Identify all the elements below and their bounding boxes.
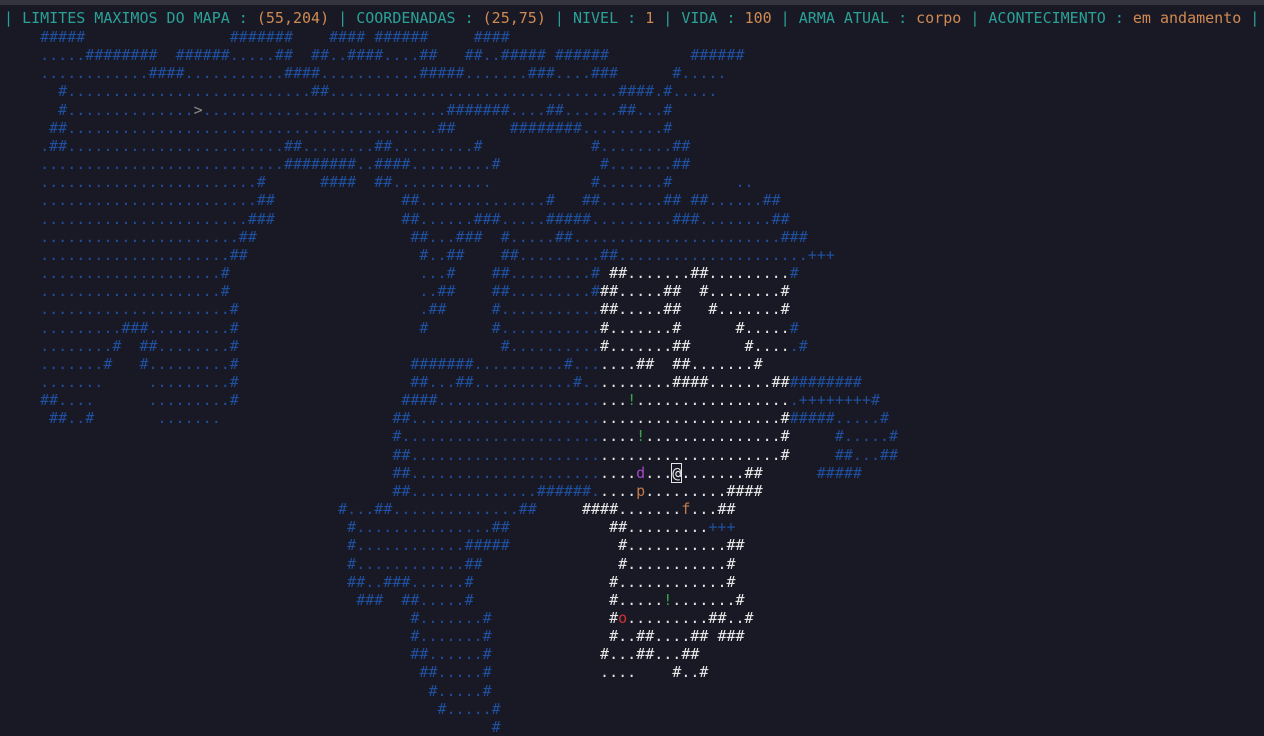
event-value: em andamento xyxy=(1132,9,1242,27)
map-row: #.....# xyxy=(4,699,501,718)
dungeon-map: ##### ####### #### ###### #### .....####… xyxy=(4,28,898,736)
map-row: .........###.........# # #...........#..… xyxy=(4,318,799,337)
event-label: ACONTECIMENTO : xyxy=(988,9,1133,27)
map-row: .....................## #..## ##........… xyxy=(4,245,835,264)
map-row: ##......................................… xyxy=(4,118,673,137)
stairs-glyph: > xyxy=(193,100,203,119)
player-glyph: @ xyxy=(671,462,683,483)
map-row: #...##..............## ####.......f...## xyxy=(4,500,736,519)
map-row: #.......# #o.........##..# xyxy=(4,609,754,627)
map-row: #.....# xyxy=(4,681,492,700)
map-row: ........................## ##...........… xyxy=(4,191,781,210)
map-row: ....... .........# ##...##...........#..… xyxy=(4,372,862,391)
window-top-border xyxy=(0,0,1264,5)
coordinates-label: COORDENADAS : xyxy=(356,9,483,27)
map-row: ##### ####### #### ###### #### xyxy=(4,28,510,46)
map-row: .....................# .## #...........#… xyxy=(4,300,790,319)
map-row: ##..# ....... ##........................… xyxy=(4,409,890,428)
map-row: ##......# #...##...## xyxy=(4,645,700,664)
potion-glyph: ! xyxy=(627,391,637,410)
level-value: 1 xyxy=(645,9,655,27)
map-row: #...........................##..........… xyxy=(4,82,718,101)
map-row: ### ##.....# #.....!.......# xyxy=(4,590,745,609)
map-row: ##......................................… xyxy=(4,445,899,464)
map-row: #..............>........................… xyxy=(4,100,673,119)
map-row: #...............## ##.........+++ xyxy=(4,518,736,537)
map-row: ......................## ##...### #.....… xyxy=(4,227,808,246)
map-row: ............####...........####.........… xyxy=(4,64,727,83)
life-value: 100 xyxy=(744,9,772,27)
map-row: ##.........................d...@.......#… xyxy=(4,462,862,483)
map-row: .....######## ######.....## ##..####....… xyxy=(4,46,745,65)
weapon-label: ARMA ATUAL : xyxy=(798,9,917,27)
map-row: ##..............######.....p.........###… xyxy=(4,481,763,500)
map-limits-label: LIMITES MAXIMOS DO MAPA : xyxy=(22,9,257,27)
map-row: .......................### ##......###..… xyxy=(4,209,790,228)
map-row: ...........................########..###… xyxy=(4,155,691,174)
item-f-glyph: f xyxy=(681,500,691,519)
enemy-o-glyph: o xyxy=(618,609,628,627)
map-row: #............##### #...........## xyxy=(4,536,745,555)
level-label: NIVEL : xyxy=(572,9,646,27)
item-p-glyph: p xyxy=(636,481,646,500)
coordinates-value: (25,75) xyxy=(482,9,546,27)
map-row: #............## #...........# xyxy=(4,554,736,573)
map-row: ##..###......# #............# xyxy=(4,572,736,591)
map-limits-value: (55,204) xyxy=(256,9,330,27)
potion-glyph: ! xyxy=(636,427,646,446)
map-row: .......# #.........# #######..........#.… xyxy=(4,354,763,373)
map-row: #.......# #..##....## ### xyxy=(4,627,745,646)
weapon-value: corpo xyxy=(916,9,962,27)
map-row: .##........................##........##.… xyxy=(4,136,691,155)
status-bar: | LIMITES MAXIMOS DO MAPA : (55,204) | C… xyxy=(4,9,1260,27)
map-row: ........# ##........# #..........#......… xyxy=(4,336,808,355)
potion-glyph: ! xyxy=(663,590,673,609)
life-label: VIDA : xyxy=(681,9,745,27)
map-row: ........................# #### ##.......… xyxy=(4,173,754,192)
map-row: ....................# ..## ##.........##… xyxy=(4,282,790,301)
map-row: ##.....# .... #..# xyxy=(4,663,709,682)
map-row: #..........................!............… xyxy=(4,427,899,446)
enemy-d-glyph: d xyxy=(636,463,646,482)
map-row: ##.... .........# ####..................… xyxy=(4,391,880,410)
map-row: ....................# ...# ##.........# … xyxy=(4,264,799,283)
map-row: # xyxy=(4,717,501,736)
